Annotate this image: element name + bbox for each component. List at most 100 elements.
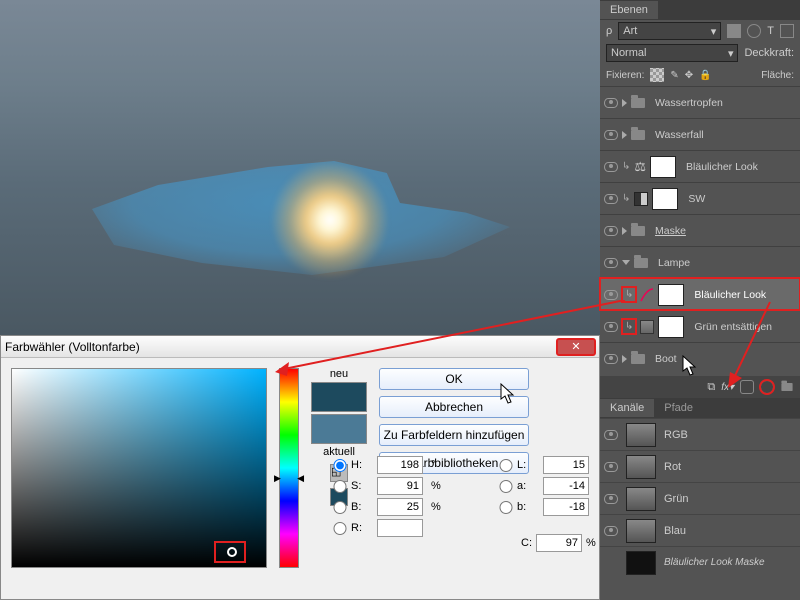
mask-thumbnail[interactable] xyxy=(658,284,684,306)
field-s[interactable] xyxy=(377,477,423,495)
visibility-icon[interactable] xyxy=(604,526,618,536)
saturation-brightness-field[interactable] xyxy=(11,368,267,568)
layer-gruen-entsaettigen[interactable]: ↳ Grün entsättigen xyxy=(600,310,800,342)
clip-icon[interactable]: ↳ xyxy=(622,287,636,302)
layer-group-lampe[interactable]: Lampe xyxy=(600,246,800,278)
mask-thumbnail[interactable] xyxy=(652,188,678,210)
lock-transparent-icon[interactable] xyxy=(650,68,664,82)
filter-adjust-icon[interactable] xyxy=(747,24,761,38)
fx-icon[interactable]: fx▾ xyxy=(721,382,734,393)
folder-icon xyxy=(631,226,645,236)
tab-channels[interactable]: Kanäle xyxy=(600,399,654,417)
lock-label: Fixieren: xyxy=(606,70,644,81)
cmyk-c-field: C: % xyxy=(521,534,596,552)
expand-icon[interactable] xyxy=(622,355,627,363)
opacity-label: Deckkraft: xyxy=(744,47,794,59)
radio-lab-b[interactable] xyxy=(499,501,513,514)
cancel-button[interactable]: Abbrechen xyxy=(379,396,529,418)
visibility-icon[interactable] xyxy=(604,290,618,300)
filter-type-icon[interactable]: T xyxy=(767,25,774,37)
radio-h[interactable] xyxy=(333,459,347,472)
dialog-title: Farbwähler (Volltonfarbe) xyxy=(5,340,140,354)
lock-all-icon[interactable]: 🔒 xyxy=(699,70,711,81)
layer-group-wassertropfen[interactable]: Wassertropfen xyxy=(600,86,800,118)
mask-thumbnail[interactable] xyxy=(650,156,676,178)
radio-s[interactable] xyxy=(333,480,347,493)
curves-icon xyxy=(640,288,654,302)
channel-rgb[interactable]: RGB xyxy=(600,418,800,450)
new-color-swatch[interactable] xyxy=(311,382,367,412)
mask-icon[interactable] xyxy=(740,380,754,394)
layer-group-boot[interactable]: Boot xyxy=(600,342,800,374)
layer-kind-row: ρ Art▾ T xyxy=(600,20,800,42)
link-icon[interactable]: ⧉ xyxy=(707,381,715,394)
field-c[interactable] xyxy=(536,534,582,552)
expand-icon[interactable] xyxy=(622,260,630,265)
adjustment-layer-icon[interactable] xyxy=(760,380,774,394)
group-icon[interactable] xyxy=(781,383,792,391)
blend-mode-dropdown[interactable]: Normal▾ xyxy=(606,44,738,62)
channel-thumbnail xyxy=(626,455,656,479)
radio-a[interactable] xyxy=(499,480,513,493)
clip-icon[interactable]: ↳ xyxy=(622,319,636,334)
field-r[interactable] xyxy=(377,519,423,537)
visibility-icon[interactable] xyxy=(604,462,618,472)
channel-thumbnail xyxy=(626,551,656,575)
visibility-icon[interactable] xyxy=(604,194,618,204)
visibility-icon[interactable] xyxy=(604,226,618,236)
ok-button[interactable]: OK xyxy=(379,368,529,390)
expand-icon[interactable] xyxy=(622,131,627,139)
panel-tabbar: Ebenen xyxy=(600,0,800,20)
lock-move-icon[interactable]: ✥ xyxy=(685,70,693,81)
layer-blaulicher-look-selected[interactable]: ↳ Bläulicher Look xyxy=(600,278,800,310)
sb-marker-highlight xyxy=(216,543,244,561)
mask-thumbnail[interactable] xyxy=(658,316,684,338)
visibility-icon[interactable] xyxy=(604,130,618,140)
document-canvas[interactable] xyxy=(0,0,600,335)
add-swatch-button[interactable]: Zu Farbfeldern hinzufügen xyxy=(379,424,529,446)
channel-blue[interactable]: Blau xyxy=(600,514,800,546)
channel-thumbnail xyxy=(626,423,656,447)
folder-icon xyxy=(631,98,645,108)
visibility-icon[interactable] xyxy=(604,354,618,364)
lock-paint-icon[interactable]: ✎ xyxy=(670,70,678,81)
field-a[interactable] xyxy=(543,477,589,495)
field-h[interactable] xyxy=(377,456,423,474)
clip-icon: ↳ xyxy=(622,193,630,204)
field-lab-b[interactable] xyxy=(543,498,589,516)
clip-icon: ↳ xyxy=(622,161,630,172)
expand-icon[interactable] xyxy=(622,227,627,235)
radio-r[interactable] xyxy=(333,522,347,535)
channel-red[interactable]: Rot xyxy=(600,450,800,482)
field-l[interactable] xyxy=(543,456,589,474)
layer-group-maske[interactable]: Maske xyxy=(600,214,800,246)
lock-row: Fixieren: ✎ ✥ 🔒 Fläche: xyxy=(600,64,800,86)
filter-icon[interactable]: ρ xyxy=(606,25,612,37)
channel-mask[interactable]: Bläulicher Look Maske xyxy=(600,546,800,578)
filter-pixels-icon[interactable] xyxy=(727,24,741,38)
channel-green[interactable]: Grün xyxy=(600,482,800,514)
layer-group-wasserfall[interactable]: Wasserfall xyxy=(600,118,800,150)
visibility-icon[interactable] xyxy=(604,494,618,504)
close-button[interactable]: ✕ xyxy=(557,339,595,355)
layer-kind-dropdown[interactable]: Art▾ xyxy=(618,22,721,40)
filter-shape-icon[interactable] xyxy=(780,24,794,38)
visibility-icon[interactable] xyxy=(604,258,618,268)
radio-l[interactable] xyxy=(499,459,513,472)
hue-indicator: ▶◀ xyxy=(274,473,304,484)
visibility-icon[interactable] xyxy=(604,322,618,332)
current-color-swatch[interactable] xyxy=(311,414,367,444)
tab-layers[interactable]: Ebenen xyxy=(600,1,658,19)
visibility-icon[interactable] xyxy=(604,98,618,108)
layers-panel-footer: ⧉ fx▾ xyxy=(600,376,800,398)
visibility-icon[interactable] xyxy=(604,162,618,172)
visibility-icon[interactable] xyxy=(604,430,618,440)
expand-icon[interactable] xyxy=(622,99,627,107)
field-brightness[interactable] xyxy=(377,498,423,516)
layer-sw[interactable]: ↳ SW xyxy=(600,182,800,214)
hue-slider[interactable] xyxy=(279,368,299,568)
tab-paths[interactable]: Pfade xyxy=(654,399,703,417)
radio-b[interactable] xyxy=(333,501,347,514)
dialog-titlebar[interactable]: Farbwähler (Volltonfarbe) ✕ xyxy=(1,336,599,358)
layer-blaulicher-look-1[interactable]: ↳ ⚖ Bläulicher Look xyxy=(600,150,800,182)
